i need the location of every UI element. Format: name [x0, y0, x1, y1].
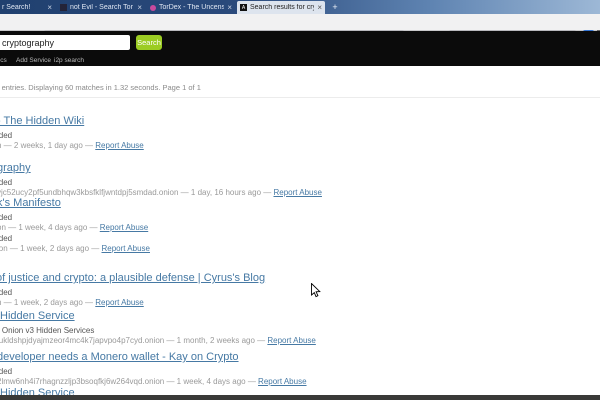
report-abuse-link[interactable]: Report Abuse — [102, 244, 150, 253]
result-meta: jukldshpjdyajmzeor4mc4k7japvpo4p7cyd.oni… — [0, 336, 267, 345]
query-input[interactable] — [0, 35, 130, 50]
site-search-button[interactable]: Search — [136, 35, 162, 50]
report-abuse-link[interactable]: Report Abuse — [100, 223, 148, 232]
site-header: Search tics Add Service i2p search — [0, 31, 600, 66]
results-summary: r entries. Displaying 60 matches in 1.32… — [0, 83, 201, 92]
search-result: k's Manifesto ided on — 1 week, 4 days a… — [0, 193, 580, 232]
nav-link-add-service[interactable]: Add Service — [16, 57, 51, 64]
close-icon[interactable]: × — [47, 4, 52, 12]
tab-tordex[interactable]: TorDex - The Uncensored Tor Sear × — [147, 1, 235, 14]
result-title-link[interactable]: - The Hidden Wiki — [0, 115, 84, 127]
search-result: of justice and crypto: a plausible defen… — [0, 268, 580, 307]
tab-title: not Evil - Search Tor — [70, 4, 134, 11]
tab-title: TorDex - The Uncensored Tor Sear — [159, 4, 224, 11]
nav-link-statistics[interactable]: tics — [0, 57, 7, 64]
tab-title: Search results for cryptography — [250, 4, 314, 11]
result-description: ided — [0, 213, 580, 222]
search-result: Hidden Service r Onion v3 Hidden Service… — [0, 306, 580, 345]
result-title-link[interactable]: graphy — [0, 162, 31, 174]
result-description: ided — [0, 178, 580, 187]
browser-window: r Search! × not Evil - Search Tor × TorD… — [0, 0, 600, 400]
divider — [0, 97, 600, 98]
result-title-link[interactable]: of justice and crypto: a plausible defen… — [0, 272, 265, 284]
result-meta: n — 2 weeks, 1 day ago — — [0, 141, 95, 150]
report-abuse-link[interactable]: Report Abuse — [267, 336, 315, 345]
result-description: ided — [0, 131, 580, 140]
search-result: graphy ided yjc52ucy2pf5undbhqw3kbsfklfj… — [0, 158, 580, 197]
result-description: r Onion v3 Hidden Services — [0, 326, 580, 335]
tab-not-evil[interactable]: not Evil - Search Tor × — [57, 1, 145, 14]
search-result: ided ion — 1 week, 2 days ago — Report A… — [0, 232, 580, 253]
tordex-favicon-icon — [150, 5, 156, 11]
ahmia-favicon-icon: A — [240, 4, 247, 11]
new-tab-button[interactable]: + — [329, 1, 341, 13]
site-footer-bar — [0, 395, 600, 400]
result-description: ided — [0, 367, 580, 376]
close-icon[interactable]: × — [227, 4, 232, 12]
tab-title: r Search! — [2, 4, 44, 11]
page-content: Search tics Add Service i2p search r ent… — [0, 31, 600, 400]
result-meta: ion — 1 week, 2 days ago — — [0, 244, 102, 253]
close-icon[interactable]: × — [317, 4, 322, 12]
report-abuse-link[interactable]: Report Abuse — [95, 141, 143, 150]
result-description: ided — [0, 234, 580, 243]
result-description: ided — [0, 288, 580, 297]
nav-link-i2p-search[interactable]: i2p search — [54, 57, 84, 64]
navigation-toolbar: ⓘ msydqstlz2kzerdg.onion/search/?q=crypt… — [0, 14, 600, 31]
search-result: - The Hidden Wiki ided n — 2 weeks, 1 da… — [0, 111, 580, 150]
mouse-cursor — [310, 283, 322, 299]
result-title-link[interactable]: k's Manifesto — [0, 197, 61, 209]
search-result: developer needs a Monero wallet - Kay on… — [0, 347, 580, 386]
result-meta: on — 1 week, 4 days ago — — [0, 223, 100, 232]
tab-bar: r Search! × not Evil - Search Tor × TorD… — [0, 0, 600, 14]
result-title-link[interactable]: Hidden Service — [0, 310, 75, 322]
notevil-favicon-icon — [60, 4, 67, 11]
result-title-link[interactable]: developer needs a Monero wallet - Kay on… — [0, 351, 239, 363]
close-icon[interactable]: × — [137, 4, 142, 12]
tab-tor-search[interactable]: r Search! × — [0, 1, 55, 14]
tab-search-results-active[interactable]: A Search results for cryptography × — [237, 1, 325, 14]
